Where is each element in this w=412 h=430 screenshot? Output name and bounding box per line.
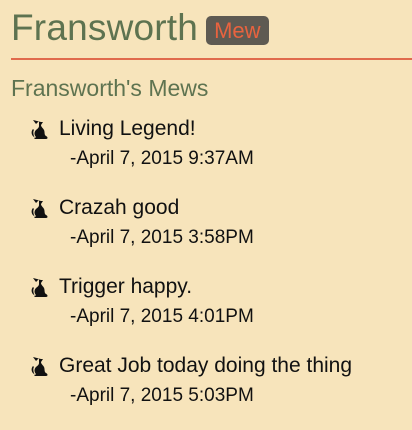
cat-icon: [31, 356, 48, 376]
cat-icon: [31, 198, 48, 218]
mew-timestamp: -April 7, 2015 3:58PM: [70, 227, 254, 248]
mew-text: Trigger happy.: [59, 275, 193, 298]
mew-button[interactable]: Mew: [206, 15, 269, 45]
mew-timestamp: -April 7, 2015 4:01PM: [70, 306, 254, 327]
section-title: Fransworth's Mews: [11, 75, 209, 101]
mew-text: Great Job today doing the thing: [59, 354, 353, 377]
cat-icon: [31, 119, 48, 139]
mew-text: Crazah good: [59, 196, 180, 219]
page-header: Fransworth Mew: [11, 6, 269, 50]
mew-item: Great Job today doing the thing -April 7…: [30, 351, 352, 430]
mew-item: Living Legend! -April 7, 2015 9:37AM: [30, 114, 352, 193]
cat-icon: [31, 277, 48, 297]
header-divider: [11, 58, 412, 60]
mew-timestamp: -April 7, 2015 9:37AM: [70, 148, 254, 169]
mew-item: Crazah good -April 7, 2015 3:58PM: [30, 193, 352, 272]
page-title: Fransworth: [11, 7, 199, 48]
mew-timestamp: -April 7, 2015 5:03PM: [70, 385, 254, 406]
mew-text: Living Legend!: [59, 117, 196, 140]
mew-item: Trigger happy. -April 7, 2015 4:01PM: [30, 272, 352, 351]
mew-list: Living Legend! -April 7, 2015 9:37AM Cra…: [30, 114, 352, 430]
